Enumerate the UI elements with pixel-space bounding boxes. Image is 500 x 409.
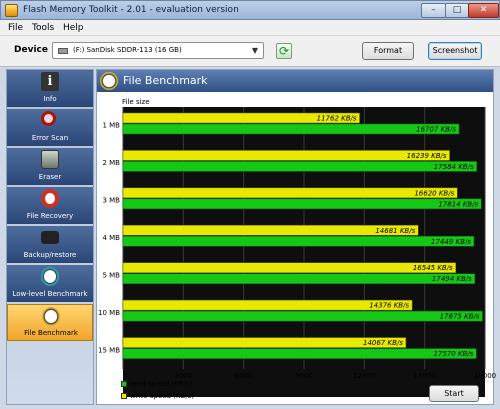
- menu-tools[interactable]: Tools: [32, 23, 54, 33]
- sidebar-item-label: Info: [43, 95, 57, 103]
- x-tick-label: 9000: [295, 372, 313, 380]
- category-label: 4 MB: [102, 234, 120, 242]
- x-tick-label: 6000: [235, 372, 253, 380]
- device-label: Device: [14, 45, 48, 55]
- read-speed-bar: [122, 348, 477, 359]
- write-speed-bar: [122, 150, 450, 161]
- write-speed-bar: [122, 262, 456, 273]
- category-label: 2 MB: [102, 159, 120, 167]
- sidebar-item-info[interactable]: i Info: [7, 70, 93, 107]
- device-select-value: (F:) SanDisk SDDR-113 (16 GB): [73, 46, 182, 54]
- read-speed-label: 16707 KB/s: [416, 126, 456, 134]
- info-icon: i: [41, 72, 59, 91]
- write-speed-label: 14681 KB/s: [375, 227, 415, 235]
- x-tick-label: 15000: [414, 372, 436, 380]
- recycle-bin-icon: [41, 150, 59, 169]
- read-speed-label: 17570 KB/s: [433, 350, 473, 358]
- app-icon: [5, 4, 18, 17]
- refresh-button[interactable]: ⟳: [276, 43, 292, 59]
- benchmark-chart: 0 3000 6000 9000 12000 15000 18000 1 MB 11762 KB…: [98, 107, 496, 380]
- minimize-button[interactable]: –: [421, 3, 446, 18]
- sidebar-item-low-level-benchmark[interactable]: Low-level Benchmark: [7, 265, 93, 302]
- menu-file[interactable]: File: [8, 23, 23, 33]
- x-tick-label: 12000: [353, 372, 375, 380]
- category-label: 5 MB: [102, 271, 120, 279]
- x-tick-label: 3000: [174, 372, 192, 380]
- device-select[interactable]: (F:) SanDisk SDDR-113 (16 GB) ▼: [52, 42, 264, 59]
- read-speed-bar: [122, 310, 483, 322]
- write-speed-label: 14376 KB/s: [369, 302, 409, 310]
- legend-swatch: [121, 393, 127, 399]
- read-speed-label: 17494 KB/s: [432, 275, 472, 283]
- sidebar: i Info Error Scan Eraser File Recovery B…: [6, 69, 94, 405]
- category-label: 10 MB: [98, 309, 120, 317]
- screenshot-button[interactable]: Screenshot: [428, 42, 482, 60]
- title-bar: Flash Memory Toolkit - 2.01 - evaluation…: [0, 0, 500, 20]
- write-speed-label: 16620 KB/s: [414, 189, 454, 197]
- legend-item-write: write speed (KB/s): [121, 392, 194, 400]
- sidebar-item-file-recovery[interactable]: File Recovery: [7, 187, 93, 224]
- x-tick-label: 18000: [474, 372, 496, 380]
- category-label: 3 MB: [102, 197, 120, 205]
- write-speed-bar: [122, 225, 419, 236]
- main-panel: File Benchmark File size 0 3000 6000 9000 12…: [96, 69, 496, 405]
- legend-label: read speed (KB/s): [130, 380, 193, 388]
- chevron-down-icon: ▼: [251, 46, 258, 55]
- sidebar-item-label: File Benchmark: [24, 329, 78, 337]
- sidebar-item-label: Low-level Benchmark: [12, 290, 88, 298]
- sidebar-item-eraser[interactable]: Eraser: [7, 148, 93, 185]
- read-speed-label: 17814 KB/s: [438, 200, 478, 208]
- read-speed-bar: [122, 273, 476, 284]
- read-speed-label: 17449 KB/s: [431, 238, 471, 246]
- sidebar-item-file-benchmark[interactable]: File Benchmark: [7, 304, 93, 341]
- stopwatch-icon: [41, 267, 59, 286]
- read-speed-label: 17584 KB/s: [434, 163, 474, 171]
- maximize-button[interactable]: □: [445, 3, 469, 18]
- device-bar: Device (F:) SanDisk SDDR-113 (16 GB) ▼ ⟳…: [0, 36, 500, 67]
- write-speed-bar: [122, 187, 458, 199]
- sidebar-item-label: Error Scan: [31, 134, 69, 142]
- read-speed-bar: [122, 161, 477, 172]
- read-speed-bar: [122, 123, 460, 135]
- lifebuoy-icon: [41, 189, 59, 208]
- magnifier-icon: [41, 111, 56, 126]
- sidebar-item-label: Backup/restore: [23, 251, 77, 259]
- legend-swatch: [121, 381, 127, 387]
- write-speed-label: 16239 KB/s: [407, 152, 447, 160]
- sidebar-item-backup-restore[interactable]: Backup/restore: [7, 226, 93, 263]
- drive-icon: [58, 48, 68, 54]
- category-label: 15 MB: [98, 346, 120, 354]
- legend-item-read: read speed (KB/s): [121, 380, 192, 388]
- write-speed-label: 11762 KB/s: [317, 115, 357, 123]
- write-speed-label: 16545 KB/s: [413, 264, 453, 272]
- category-label: 1 MB: [102, 122, 120, 130]
- window-title: Flash Memory Toolkit - 2.01 - evaluation…: [23, 5, 239, 15]
- sidebar-item-label: Eraser: [38, 173, 62, 181]
- x-tick-label: 0: [123, 372, 127, 380]
- format-button[interactable]: Format: [362, 42, 414, 60]
- menu-help[interactable]: Help: [63, 23, 84, 33]
- write-speed-label: 14067 KB/s: [363, 339, 403, 347]
- tape-icon: [41, 231, 59, 244]
- menu-bar: File Tools Help: [0, 20, 500, 36]
- sidebar-item-label: File Recovery: [26, 212, 74, 220]
- start-button[interactable]: Start: [429, 385, 479, 402]
- read-speed-label: 17875 KB/s: [440, 313, 480, 321]
- close-button[interactable]: ✕: [468, 3, 499, 18]
- read-speed-bar: [122, 198, 482, 210]
- legend-label: write speed (KB/s): [130, 392, 195, 400]
- stopwatch-icon: [42, 307, 60, 326]
- read-speed-bar: [122, 236, 475, 247]
- sidebar-item-error-scan[interactable]: Error Scan: [7, 109, 93, 146]
